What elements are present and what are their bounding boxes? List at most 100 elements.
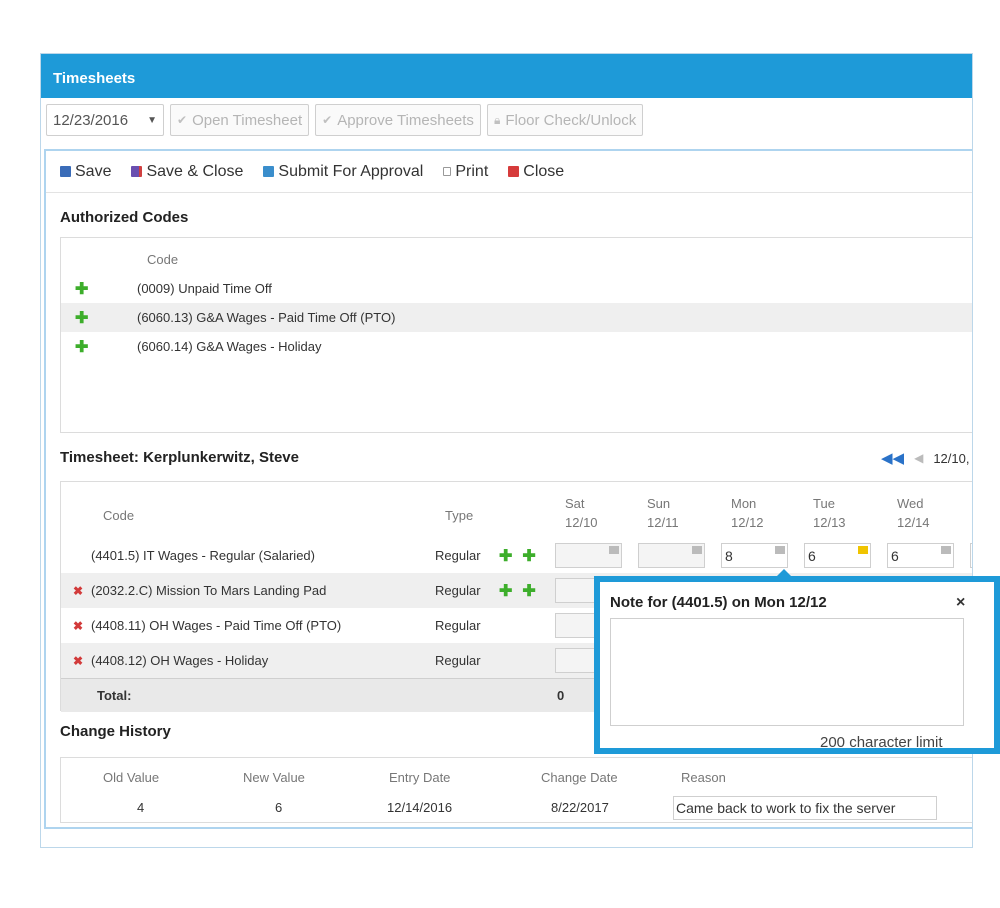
caret-down-icon: ▼ bbox=[147, 114, 157, 126]
hours-input-thu[interactable] bbox=[970, 543, 972, 568]
day-date: 12/10 bbox=[565, 515, 598, 530]
new-value-header: New Value bbox=[243, 770, 305, 785]
prev-page-icon[interactable]: ◀ bbox=[914, 451, 923, 465]
add-row-icons: ✚✚ bbox=[499, 546, 546, 566]
day-header-sun: Sun 12/11 bbox=[647, 494, 679, 532]
hours-input-sat[interactable] bbox=[555, 543, 622, 568]
note-title: Note for (4401.5) on Mon 12/12 bbox=[610, 594, 827, 611]
row-code: (4408.12) OH Wages - Holiday bbox=[91, 653, 269, 668]
day-date: 12/11 bbox=[647, 515, 679, 530]
remove-row-icon[interactable]: ✖ bbox=[73, 584, 83, 598]
remove-row-icon[interactable]: ✖ bbox=[73, 619, 83, 633]
floor-check-button[interactable]: 🔒︎ Floor Check/Unlock bbox=[486, 104, 644, 136]
save-close-icon bbox=[131, 166, 143, 177]
action-bar: Save Save & Close Submit For Approval Pr… bbox=[46, 151, 972, 193]
note-icon[interactable] bbox=[609, 546, 619, 554]
hours-input-wed[interactable]: 6 bbox=[887, 543, 954, 568]
day-name: Wed bbox=[897, 496, 924, 511]
old-value-header: Old Value bbox=[103, 770, 160, 785]
day-header-mon: Mon 12/12 bbox=[731, 494, 764, 532]
remove-row-icon[interactable]: ✖ bbox=[73, 654, 83, 668]
table-row: (4401.5) IT Wages - Regular (Salaried) R… bbox=[61, 538, 972, 573]
change-history-title: Change History bbox=[60, 723, 171, 740]
add-icon[interactable]: ✚ bbox=[522, 548, 545, 565]
note-icon[interactable] bbox=[692, 546, 702, 554]
print-label: Print bbox=[455, 162, 489, 180]
hours-input-mon[interactable]: 8 bbox=[721, 543, 788, 568]
day-header-sat: Sat 12/10 bbox=[565, 494, 598, 532]
submit-label: Submit For Approval bbox=[278, 162, 424, 180]
save-button[interactable]: Save bbox=[60, 163, 111, 181]
approve-timesheets-button[interactable]: ✔ Approve Timesheets bbox=[315, 104, 481, 136]
type-header: Type bbox=[445, 508, 474, 523]
total-sat: 0 bbox=[557, 688, 565, 703]
submit-icon bbox=[263, 166, 275, 177]
table-row: ✚ (6060.14) G&A Wages - Holiday bbox=[61, 332, 972, 361]
note-char-limit: 200 character limit bbox=[820, 734, 943, 751]
open-timesheet-label: Open Timesheet bbox=[192, 111, 303, 129]
new-value: 6 bbox=[275, 800, 283, 815]
row-type: Regular bbox=[435, 653, 481, 668]
day-date: 12/13 bbox=[813, 515, 846, 530]
note-close-icon[interactable]: × bbox=[956, 594, 965, 612]
row-code: (4401.5) IT Wages - Regular (Salaried) bbox=[91, 548, 315, 563]
submit-approval-button[interactable]: Submit For Approval bbox=[263, 163, 423, 181]
print-button[interactable]: Print bbox=[443, 163, 488, 181]
table-row: ✚ (0009) Unpaid Time Off bbox=[61, 274, 972, 303]
code-header: Code bbox=[103, 508, 135, 523]
add-icon[interactable]: ✚ bbox=[499, 548, 522, 565]
day-name: Sun bbox=[647, 496, 671, 511]
note-icon[interactable] bbox=[775, 546, 785, 554]
note-icon[interactable] bbox=[858, 546, 868, 554]
add-code-icon[interactable]: ✚ bbox=[61, 279, 137, 299]
approve-timesheets-label: Approve Timesheets bbox=[337, 111, 474, 129]
check-icon: ✔ bbox=[177, 113, 188, 127]
code-label: (6060.14) G&A Wages - Holiday bbox=[137, 339, 322, 354]
day-date: 12/12 bbox=[731, 515, 764, 530]
hours-value: 8 bbox=[725, 548, 733, 564]
close-button[interactable]: Close bbox=[508, 163, 564, 181]
codes-column-header: Code bbox=[147, 252, 179, 267]
open-timesheet-button[interactable]: ✔ Open Timesheet bbox=[170, 104, 310, 136]
save-icon bbox=[60, 166, 71, 177]
date-value: 12/23/2016 bbox=[53, 111, 129, 129]
day-name: Tue bbox=[813, 496, 835, 511]
change-history-table: Old Value New Value Entry Date Change Da… bbox=[60, 757, 972, 823]
authorized-codes-table: Code ✚ (0009) Unpaid Time Off ✚ (6060.13… bbox=[60, 237, 972, 433]
day-header-tue: Tue 12/13 bbox=[813, 494, 846, 532]
date-dropdown[interactable]: 12/23/2016 ▼ bbox=[46, 104, 164, 136]
top-toolbar: 12/23/2016 ▼ ✔ Open Timesheet ✔ Approve … bbox=[46, 104, 644, 136]
window-title: Timesheets bbox=[41, 54, 972, 98]
hours-value: 6 bbox=[808, 548, 816, 564]
save-close-button[interactable]: Save & Close bbox=[131, 163, 243, 181]
entry-date-header: Entry Date bbox=[389, 770, 451, 785]
reason-header: Reason bbox=[681, 770, 726, 785]
timesheet-title: Timesheet: Kerplunkerwitz, Steve bbox=[60, 449, 299, 466]
note-popover: Note for (4401.5) on Mon 12/12 × 200 cha… bbox=[594, 576, 1000, 754]
check-icon: ✔ bbox=[322, 113, 333, 127]
change-date: 8/22/2017 bbox=[551, 800, 609, 815]
add-icon[interactable]: ✚ bbox=[522, 583, 545, 600]
add-code-icon[interactable]: ✚ bbox=[61, 308, 137, 328]
table-row: ✚ (6060.13) G&A Wages - Paid Time Off (P… bbox=[61, 303, 972, 332]
add-row-icons: ✚✚ bbox=[499, 581, 546, 601]
first-page-icon[interactable]: ◀◀ bbox=[881, 449, 904, 467]
add-code-icon[interactable]: ✚ bbox=[61, 337, 137, 357]
add-icon[interactable]: ✚ bbox=[499, 583, 522, 600]
close-label: Close bbox=[523, 162, 565, 180]
note-icon[interactable] bbox=[941, 546, 951, 554]
reason-field[interactable]: Came back to work to fix the server bbox=[673, 796, 937, 820]
week-pager: ◀◀ ◀ 12/10, bbox=[881, 449, 969, 467]
row-type: Regular bbox=[435, 583, 481, 598]
grid-header: Code Type Sat 12/10 Sun 12/11 Mon 12/12 … bbox=[61, 482, 972, 544]
note-textarea[interactable] bbox=[610, 618, 964, 726]
authorized-codes-title: Authorized Codes bbox=[60, 209, 189, 226]
day-name: Sat bbox=[565, 496, 585, 511]
code-label: (6060.13) G&A Wages - Paid Time Off (PTO… bbox=[137, 310, 396, 325]
code-label: (0009) Unpaid Time Off bbox=[137, 281, 272, 296]
hours-input-tue[interactable]: 6 bbox=[804, 543, 871, 568]
day-header-wed: Wed 12/14 bbox=[897, 494, 930, 532]
hours-input-sun[interactable] bbox=[638, 543, 705, 568]
total-label: Total: bbox=[97, 688, 132, 703]
hours-value: 6 bbox=[891, 548, 899, 564]
